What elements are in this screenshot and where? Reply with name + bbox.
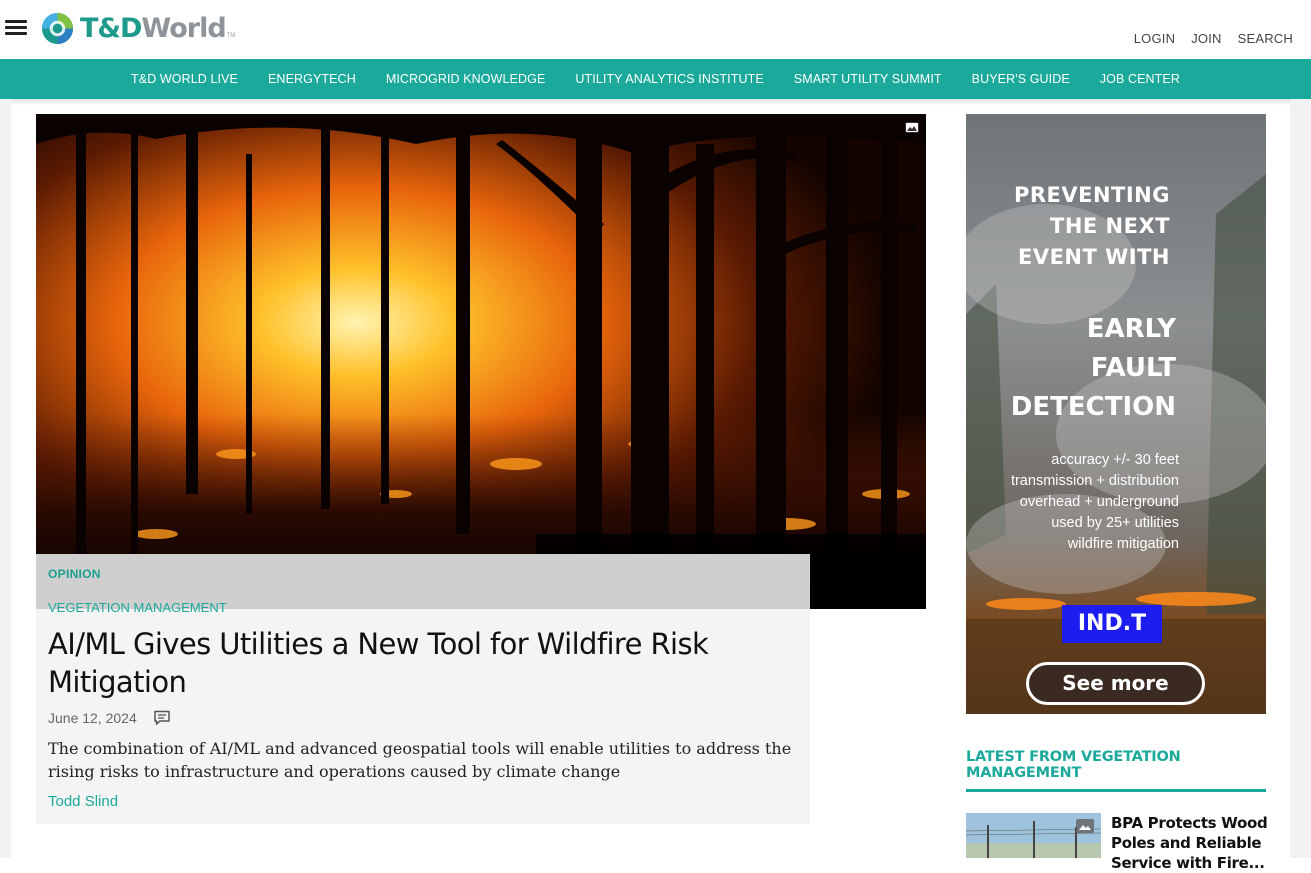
article-summary: The combination of AI/ML and advanced ge… (48, 739, 792, 781)
right-gutter (1290, 99, 1311, 858)
nav-shadow (0, 99, 1311, 105)
join-link[interactable]: JOIN (1191, 31, 1221, 46)
main-nav: T&D WORLD LIVE ENERGYTECH MICROGRID KNOW… (0, 59, 1311, 99)
menu-icon[interactable] (5, 19, 27, 37)
ad-headline-2-line: FAULT (1090, 353, 1176, 383)
nav-item-smart-utility-summit[interactable]: SMART UTILITY SUMMIT (779, 72, 957, 86)
ad-feature: transmission + distribution (1010, 473, 1179, 489)
hero-image-wildfire[interactable] (36, 114, 926, 609)
ad-headline-2-line: DETECTION (1010, 392, 1176, 422)
latest-section-title: LATEST FROM VEGETATION MANAGEMENT (966, 749, 1181, 781)
account-links: LOGIN JOIN SEARCH (1134, 31, 1293, 46)
logo-trademark: TM (226, 33, 236, 39)
site-logo[interactable]: T&DWorld TM (41, 11, 235, 45)
ad-headline-1: PREVENTING THE NEXT EVENT WITH (1014, 180, 1170, 273)
login-link[interactable]: LOGIN (1134, 31, 1175, 46)
nav-item-energytech[interactable]: ENERGYTECH (253, 72, 371, 86)
left-gutter (0, 99, 11, 858)
ad-headline-1-line: PREVENTING (1013, 183, 1170, 207)
ad-feature-list: accuracy +/- 30 feet transmission + dist… (1011, 450, 1179, 555)
nav-item-job-center[interactable]: JOB CENTER (1085, 72, 1195, 86)
globe-logo-icon (41, 12, 74, 44)
image-icon (905, 122, 919, 133)
logo-world: World (141, 12, 226, 44)
ad-feature: overhead + underground (1019, 494, 1179, 510)
ad-headline-2: EARLY FAULT DETECTION (1011, 310, 1176, 427)
advertisement-banner[interactable]: PREVENTING THE NEXT EVENT WITH EARLY FAU… (966, 114, 1266, 714)
article-category-link[interactable]: VEGETATION MANAGEMENT (48, 600, 227, 615)
ad-headline-1-line: THE NEXT (1050, 214, 1170, 238)
nav-item-td-world-live[interactable]: T&D WORLD LIVE (116, 72, 253, 86)
logo-td: T&D (80, 12, 142, 44)
logo-wordmark: T&DWorld (80, 12, 227, 44)
comment-icon[interactable] (153, 710, 171, 726)
article-meta: June 12, 2024 (48, 710, 171, 726)
section-divider (966, 789, 1266, 792)
power-lines-thumbnail (966, 813, 1101, 858)
latest-item-title[interactable]: BPA Protects Wood Poles and Reliable Ser… (1111, 813, 1271, 873)
ad-see-more-button[interactable]: See more (1026, 662, 1205, 705)
article-author-link[interactable]: Todd Slind (48, 793, 118, 810)
nav-item-utility-analytics-institute[interactable]: UTILITY ANALYTICS INSTITUTE (560, 72, 778, 86)
latest-item-thumbnail[interactable] (966, 813, 1101, 858)
nav-item-microgrid-knowledge[interactable]: MICROGRID KNOWLEDGE (371, 72, 561, 86)
nav-item-buyers-guide[interactable]: BUYER'S GUIDE (957, 72, 1085, 86)
ad-feature: used by 25+ utilities (1051, 515, 1179, 531)
wildfire-illustration (36, 114, 926, 609)
article-label: OPINION (48, 567, 101, 581)
article-date: June 12, 2024 (48, 710, 137, 726)
ad-brand-logo: IND.T (1062, 605, 1162, 643)
ad-headline-1-line: EVENT WITH (1017, 245, 1170, 269)
ad-headline-2-line: EARLY (1086, 314, 1176, 344)
ad-feature: wildfire mitigation (1067, 536, 1179, 552)
article-headline[interactable]: AI/ML Gives Utilities a New Tool for Wil… (48, 625, 798, 701)
search-link[interactable]: SEARCH (1238, 31, 1293, 46)
site-header: T&DWorld TM LOGIN JOIN SEARCH (0, 0, 1311, 59)
ad-feature: accuracy +/- 30 feet (1051, 452, 1179, 468)
